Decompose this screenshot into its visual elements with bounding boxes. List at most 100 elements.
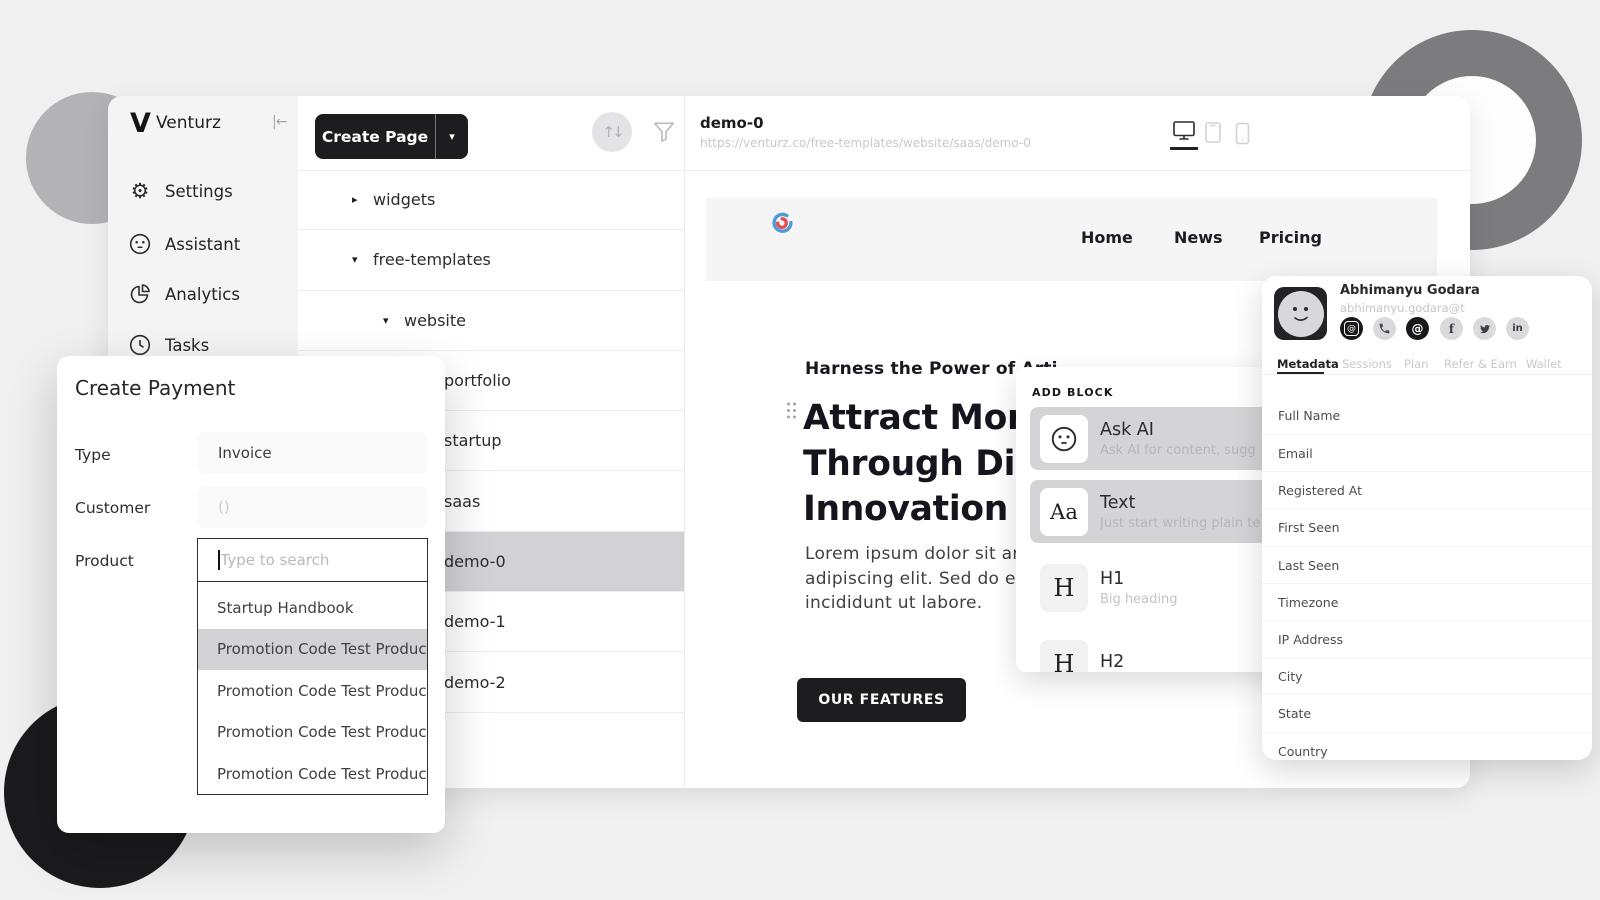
block-option-subtitle: Ask AI for content, sugg — [1100, 443, 1256, 458]
metadata-field-country: Country — [1278, 744, 1328, 759]
tree-item-label: demo-2 — [444, 673, 506, 692]
tree-item-label: demo-1 — [444, 612, 506, 631]
drag-handle-icon[interactable] — [785, 401, 798, 420]
block-option-title: H2 — [1100, 652, 1124, 672]
sidebar-item-label: Assistant — [165, 235, 240, 254]
tab-refer-earn[interactable]: Refer & Earn — [1444, 357, 1517, 371]
contact-name: Abhimanyu Godara — [1340, 283, 1480, 298]
tree-item-widgets[interactable]: ▸ widgets — [298, 170, 684, 230]
twitter-icon[interactable] — [1473, 317, 1496, 340]
block-option-text[interactable]: Aa Text Just start writing plain te — [1030, 480, 1272, 543]
email-glyph: @ — [1344, 321, 1359, 336]
contact-profile-card: Abhimanyu Godara abhimanyu.godara@t @ @ … — [1262, 276, 1592, 760]
block-option-title: Text — [1100, 493, 1260, 513]
nav-link-news[interactable]: News — [1174, 228, 1223, 247]
customer-placeholder: () — [218, 498, 230, 516]
tree-item-free-templates[interactable]: ▾ free-templates — [298, 230, 684, 290]
chevron-right-icon[interactable]: ▸ — [352, 193, 365, 206]
page-title: demo-0 — [700, 114, 764, 132]
tab-metadata[interactable]: Metadata — [1277, 357, 1339, 371]
modal-title: Create Payment — [75, 376, 235, 400]
tree-item-label: demo-0 — [444, 552, 506, 571]
facebook-icon[interactable]: f — [1440, 317, 1463, 340]
filter-button[interactable] — [650, 118, 678, 146]
add-block-title: ADD BLOCK — [1032, 386, 1113, 399]
metadata-field-email: Email — [1278, 446, 1313, 461]
text-cursor — [218, 550, 220, 570]
phone-icon[interactable] — [1373, 317, 1396, 340]
phone-icon — [1235, 122, 1250, 145]
nav-link-home[interactable]: Home — [1081, 228, 1133, 247]
mobile-view-button[interactable] — [1235, 122, 1250, 145]
tree-item-website[interactable]: ▾ website — [298, 291, 684, 351]
block-option-ask-ai[interactable]: Ask AI Ask AI for content, sugg — [1030, 407, 1272, 470]
metadata-field-full-name: Full Name — [1278, 408, 1340, 423]
hero-heading-line: Attract More — [803, 396, 1051, 442]
sidebar-item-settings[interactable]: ⚙ Settings — [128, 180, 233, 202]
hero-paragraph: Lorem ipsum dolor sit ar adipiscing elit… — [805, 542, 1021, 616]
block-option-title: H1 — [1100, 569, 1177, 589]
avatar — [1274, 287, 1327, 340]
tab-sessions[interactable]: Sessions — [1342, 357, 1392, 371]
panel-divider — [684, 96, 685, 788]
customer-select[interactable]: () — [197, 486, 428, 528]
create-payment-modal: Create Payment Type Invoice Customer () … — [57, 356, 445, 833]
block-option-h2[interactable]: H H2 — [1030, 632, 1272, 672]
sidebar-item-analytics[interactable]: Analytics — [128, 282, 240, 306]
our-features-button[interactable]: OUR FEATURES — [797, 678, 966, 722]
tab-plan[interactable]: Plan — [1404, 357, 1428, 371]
smiley-icon — [128, 232, 152, 256]
tab-wallet[interactable]: Wallet — [1526, 357, 1562, 371]
collapse-sidebar-icon[interactable]: |← — [272, 114, 286, 130]
metadata-field-ip-address: IP Address — [1278, 632, 1343, 647]
text-block-icon: Aa — [1040, 488, 1088, 536]
site-logo-icon[interactable] — [770, 211, 794, 235]
sort-arrows-icon: ↑↓ — [602, 123, 621, 141]
metadata-field-last-seen: Last Seen — [1278, 558, 1339, 573]
at-sign-icon[interactable]: @ — [1406, 317, 1429, 340]
gear-icon: ⚙ — [128, 180, 152, 202]
hero-paragraph-line: incididunt ut labore. — [805, 591, 1021, 616]
avatar-smiley-icon — [1278, 291, 1324, 337]
chevron-down-icon[interactable]: ▾ — [436, 130, 468, 143]
site-navbar: Home News Pricing — [706, 198, 1437, 281]
nav-link-pricing[interactable]: Pricing — [1259, 228, 1322, 247]
product-option[interactable]: Promotion Code Test Product — [198, 753, 427, 795]
type-select[interactable]: Invoice — [197, 432, 428, 474]
block-option-subtitle: Big heading — [1100, 592, 1177, 607]
chevron-down-icon[interactable]: ▾ — [352, 253, 365, 266]
linkedin-icon[interactable]: in — [1506, 317, 1529, 340]
tablet-view-button[interactable] — [1204, 121, 1222, 145]
product-search-input[interactable] — [221, 551, 401, 569]
product-option[interactable]: Promotion Code Test Product - 2 — [198, 670, 427, 712]
funnel-icon — [650, 118, 678, 146]
create-page-button[interactable]: Create Page ▾ — [315, 114, 468, 159]
chevron-down-icon[interactable]: ▾ — [383, 314, 396, 327]
sidebar-item-label: Settings — [165, 182, 233, 201]
product-label: Product — [75, 552, 134, 570]
desktop-view-button[interactable] — [1172, 120, 1196, 142]
hero-heading-line: Through Digi — [803, 442, 1051, 488]
sidebar-item-assistant[interactable]: Assistant — [128, 232, 240, 256]
product-search-field[interactable] — [197, 538, 428, 582]
tree-item-label: website — [404, 311, 466, 330]
metadata-field-state: State — [1278, 706, 1311, 721]
create-page-label: Create Page — [315, 128, 435, 146]
smiley-icon — [1040, 415, 1088, 463]
email-icon[interactable]: @ — [1340, 317, 1363, 340]
product-option-highlighted[interactable]: Promotion Code Test Product - 3 — [198, 629, 427, 671]
sidebar-item-label: Tasks — [165, 336, 209, 355]
hero-heading[interactable]: Attract More Through Digi Innovation / — [803, 396, 1051, 533]
type-label: Type — [75, 446, 111, 464]
metadata-field-registered-at: Registered At — [1278, 483, 1362, 498]
pie-chart-icon — [128, 282, 152, 306]
desktop-background: V Venturz |← ⚙ Settings Assistant Analyt… — [0, 0, 1600, 900]
sort-button[interactable]: ↑↓ — [592, 112, 632, 152]
sidebar-item-tasks[interactable]: Tasks — [128, 333, 209, 357]
product-option[interactable]: Promotion Code Test Product — [198, 712, 427, 754]
customer-label: Customer — [75, 499, 150, 517]
block-option-h1[interactable]: H H1 Big heading — [1030, 556, 1272, 619]
page-url: https://venturz.co/free-templates/websit… — [700, 136, 1031, 150]
linkedin-glyph: in — [1512, 323, 1523, 334]
product-option[interactable]: Startup Handbook — [198, 587, 427, 629]
